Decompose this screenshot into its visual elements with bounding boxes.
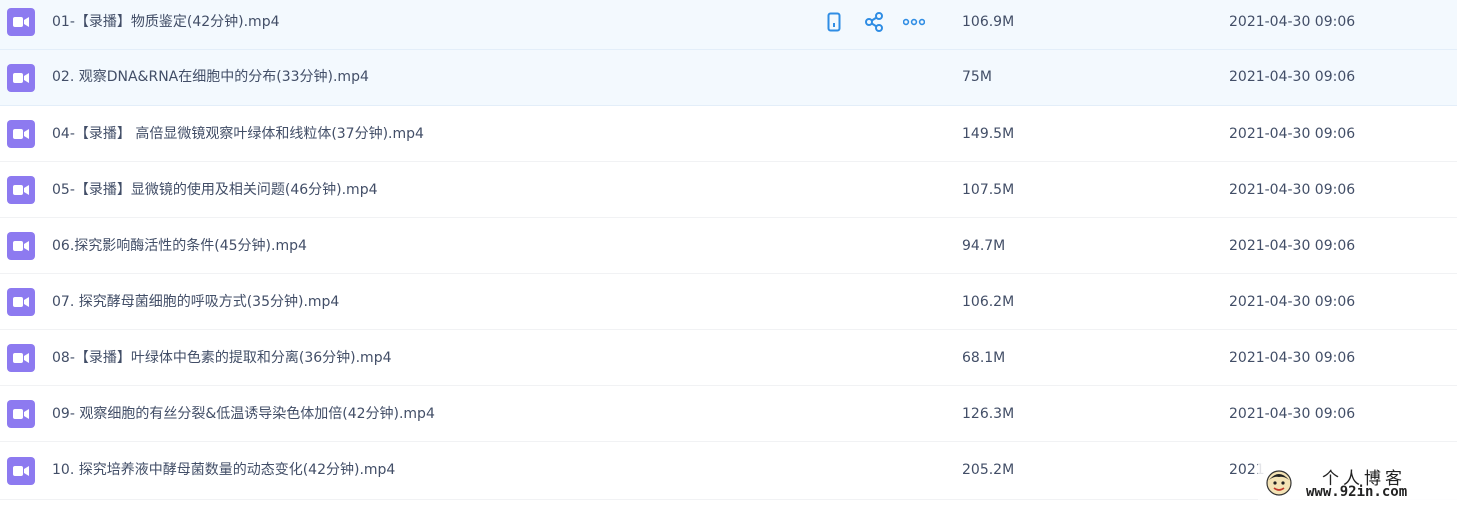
file-size: 94.7M: [962, 238, 1006, 254]
video-file-icon: [7, 287, 35, 316]
video-file-icon: [7, 7, 35, 36]
file-row[interactable]: 10. 探究培养液中酵母菌数量的动态变化(42分钟).mp4 205.2M 20…: [0, 442, 1457, 500]
file-name[interactable]: 08-【录播】叶绿体中色素的提取和分离(36分钟).mp4: [52, 330, 392, 386]
file-size: 68.1M: [962, 350, 1006, 366]
file-row[interactable]: 06.探究影响酶活性的条件(45分钟).mp4 94.7M 2021-04-30…: [0, 218, 1457, 274]
watermark: 个人博客 www.92in.com: [1258, 458, 1457, 506]
file-name[interactable]: 01-【录播】物质鉴定(42分钟).mp4: [52, 0, 280, 50]
watermark-url: www.92in.com: [1306, 484, 1408, 500]
file-date: 2021-04-30 09:06: [1229, 238, 1356, 254]
file-date: 2021-04-30 09:06: [1229, 69, 1356, 85]
file-date: 2021-04-30 09:06: [1229, 294, 1356, 310]
share-icon[interactable]: [862, 10, 886, 34]
video-file-icon: [7, 175, 35, 204]
file-name[interactable]: 10. 探究培养液中酵母菌数量的动态变化(42分钟).mp4: [52, 442, 395, 498]
file-size: 106.2M: [962, 294, 1015, 310]
file-size: 205.2M: [962, 462, 1015, 478]
file-name[interactable]: 09- 观察细胞的有丝分裂&低温诱导染色体加倍(42分钟).mp4: [52, 386, 435, 442]
file-name[interactable]: 06.探究影响酶活性的条件(45分钟).mp4: [52, 218, 307, 274]
phone-icon[interactable]: [822, 10, 846, 34]
file-name[interactable]: 04-【录播】 高倍显微镜观察叶绿体和线粒体(37分钟).mp4: [52, 106, 424, 162]
video-file-icon: [7, 399, 35, 428]
video-file-icon: [7, 63, 35, 92]
file-row[interactable]: 09- 观察细胞的有丝分裂&低温诱导染色体加倍(42分钟).mp4 126.3M…: [0, 386, 1457, 442]
file-size: 106.9M: [962, 14, 1015, 30]
video-file-icon: [7, 343, 35, 372]
file-row[interactable]: 01-【录播】物质鉴定(42分钟).mp4 106.9M 2021-04-30 …: [0, 0, 1457, 50]
file-name[interactable]: 05-【录播】显微镜的使用及相关问题(46分钟).mp4: [52, 162, 378, 218]
video-file-icon: [7, 231, 35, 260]
more-icon[interactable]: [902, 10, 926, 34]
file-date: 2021-04-30 09:06: [1229, 182, 1356, 198]
file-size: 126.3M: [962, 406, 1015, 422]
file-row[interactable]: 02. 观察DNA&RNA在细胞中的分布(33分钟).mp4 75M 2021-…: [0, 50, 1457, 106]
file-date: 2021-04-30 09:06: [1229, 14, 1356, 30]
file-name[interactable]: 02. 观察DNA&RNA在细胞中的分布(33分钟).mp4: [52, 50, 369, 104]
file-row[interactable]: 07. 探究酵母菌细胞的呼吸方式(35分钟).mp4 106.2M 2021-0…: [0, 274, 1457, 330]
file-list: 01-【录播】物质鉴定(42分钟).mp4 106.9M 2021-04-30 …: [0, 0, 1457, 506]
file-size: 75M: [962, 69, 992, 85]
file-size: 149.5M: [962, 126, 1015, 142]
file-row[interactable]: 05-【录播】显微镜的使用及相关问题(46分钟).mp4 107.5M 2021…: [0, 162, 1457, 218]
row-actions: [822, 0, 926, 50]
file-date: 2021-04-30 09:06: [1229, 406, 1356, 422]
file-date: 2021-04-30 09:06: [1229, 126, 1356, 142]
file-date: 2021-04-30 09:06: [1229, 350, 1356, 366]
file-row[interactable]: 04-【录播】 高倍显微镜观察叶绿体和线粒体(37分钟).mp4 149.5M …: [0, 106, 1457, 162]
file-size: 107.5M: [962, 182, 1015, 198]
blog-logo-icon: [1266, 470, 1292, 496]
file-row[interactable]: 08-【录播】叶绿体中色素的提取和分离(36分钟).mp4 68.1M 2021…: [0, 330, 1457, 386]
video-file-icon: [7, 119, 35, 148]
file-name[interactable]: 07. 探究酵母菌细胞的呼吸方式(35分钟).mp4: [52, 274, 339, 330]
video-file-icon: [7, 456, 35, 485]
